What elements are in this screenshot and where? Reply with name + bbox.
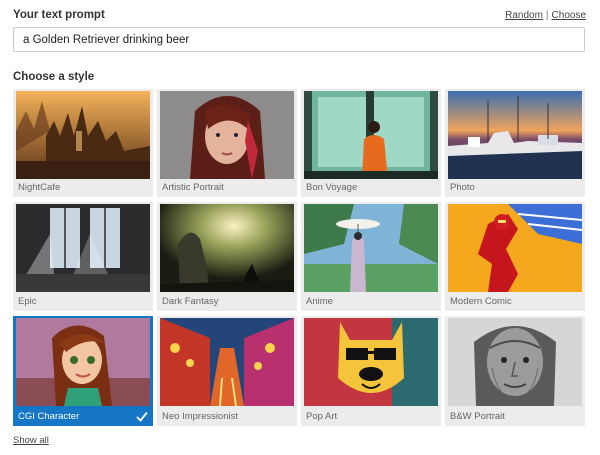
style-label-photo: Photo [450,182,475,193]
style-thumbnail-dark-fantasy [160,204,294,292]
style-thumbnail-epic [16,204,150,292]
style-tile-nightcafe[interactable]: NightCafe [13,89,153,197]
style-tile-bw-portrait[interactable]: B&W Portrait [445,316,585,426]
style-thumbnail-neo-impressionist [160,318,294,406]
style-thumbnail-artistic-portrait [160,91,294,179]
style-tile-bon-voyage[interactable]: Bon Voyage [301,89,441,197]
prompt-header: Your text prompt Random | Choose [13,9,586,25]
style-tile-pop-art[interactable]: Pop Art [301,316,441,426]
style-thumbnail-bw-portrait [448,318,582,406]
style-label-cgi-character: CGI Character [18,411,80,422]
style-thumbnail-pop-art [304,318,438,406]
random-link[interactable]: Random [505,10,543,21]
style-label-dark-fantasy: Dark Fantasy [162,296,219,307]
style-label-artistic-portrait: Artistic Portrait [162,182,224,193]
style-tile-cgi-character[interactable]: CGI Character [13,316,153,426]
show-all-link[interactable]: Show all [13,435,49,446]
style-tile-modern-comic[interactable]: Modern Comic [445,202,585,311]
style-grid: NightCafe Artistic Portrait Bon Voyage P… [13,89,588,426]
style-tile-anime[interactable]: Anime [301,202,441,311]
style-label-anime: Anime [306,296,333,307]
style-tile-artistic-portrait[interactable]: Artistic Portrait [157,89,297,197]
style-section-title: Choose a style [13,71,95,83]
style-label-bw-portrait: B&W Portrait [450,411,505,422]
style-thumbnail-cgi-character [16,318,150,406]
prompt-title: Your text prompt [13,9,105,21]
prompt-links: Random | Choose [505,10,586,21]
style-thumbnail-bon-voyage [304,91,438,179]
choose-link[interactable]: Choose [552,10,586,21]
style-label-bon-voyage: Bon Voyage [306,182,358,193]
style-tile-dark-fantasy[interactable]: Dark Fantasy [157,202,297,311]
style-label-neo-impressionist: Neo Impressionist [162,411,239,422]
selected-check-icon [136,411,148,422]
style-label-epic: Epic [18,296,37,307]
style-label-pop-art: Pop Art [306,411,338,422]
style-thumbnail-modern-comic [448,204,582,292]
style-thumbnail-anime [304,204,438,292]
prompt-input[interactable] [13,27,585,52]
style-tile-photo[interactable]: Photo [445,89,585,197]
link-separator: | [545,10,549,21]
style-label-modern-comic: Modern Comic [450,296,512,307]
style-thumbnail-nightcafe [16,91,150,179]
style-tile-neo-impressionist[interactable]: Neo Impressionist [157,316,297,426]
style-thumbnail-photo [448,91,582,179]
style-tile-epic[interactable]: Epic [13,202,153,311]
style-label-nightcafe: NightCafe [18,182,61,193]
